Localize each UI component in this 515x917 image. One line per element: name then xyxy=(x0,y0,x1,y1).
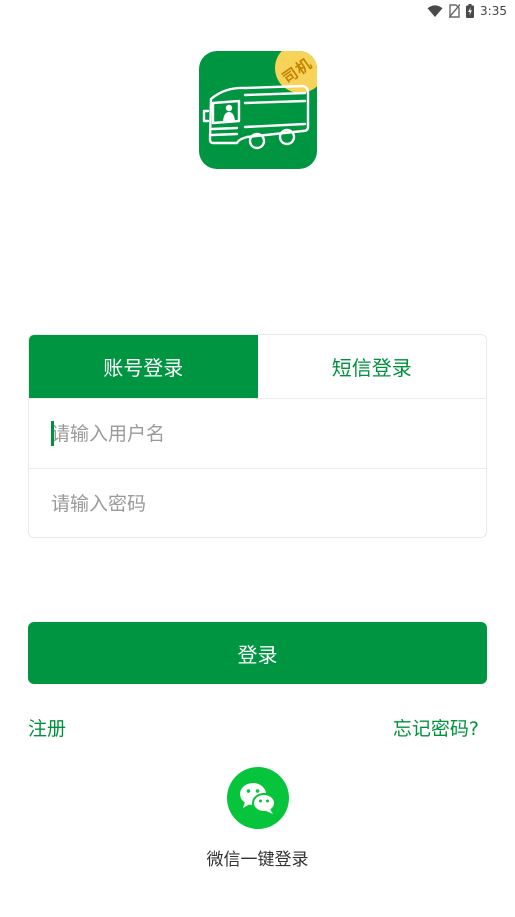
wechat-icon xyxy=(240,783,276,814)
login-button-label: 登录 xyxy=(237,642,278,667)
username-input[interactable] xyxy=(51,399,486,468)
register-link[interactable]: 注册 xyxy=(28,714,66,741)
password-input[interactable] xyxy=(51,469,486,537)
wifi-icon xyxy=(427,4,443,18)
no-sim-icon xyxy=(449,4,461,18)
status-icons: 3:35 xyxy=(427,3,507,19)
username-field-row xyxy=(29,398,486,468)
login-card: 账号登录 短信登录 xyxy=(28,334,487,538)
forgot-password-link[interactable]: 忘记密码? xyxy=(393,714,479,741)
battery-charging-icon xyxy=(466,4,475,18)
password-field-row xyxy=(29,468,486,537)
status-time: 3:35 xyxy=(480,4,507,18)
text-caret xyxy=(51,421,54,446)
login-button[interactable]: 登录 xyxy=(28,622,487,684)
tab-account-login[interactable]: 账号登录 xyxy=(29,335,258,398)
tab-sms-login[interactable]: 短信登录 xyxy=(257,335,486,398)
tab-sms-login-label: 短信登录 xyxy=(331,356,412,380)
app-logo: 司机 xyxy=(199,51,317,169)
wechat-login-button[interactable] xyxy=(227,767,289,829)
tab-account-login-label: 账号登录 xyxy=(103,356,184,380)
login-tabs: 账号登录 短信登录 xyxy=(29,335,486,398)
wechat-login-label: 微信一键登录 xyxy=(206,850,309,870)
status-bar: 3:35 xyxy=(0,0,515,22)
